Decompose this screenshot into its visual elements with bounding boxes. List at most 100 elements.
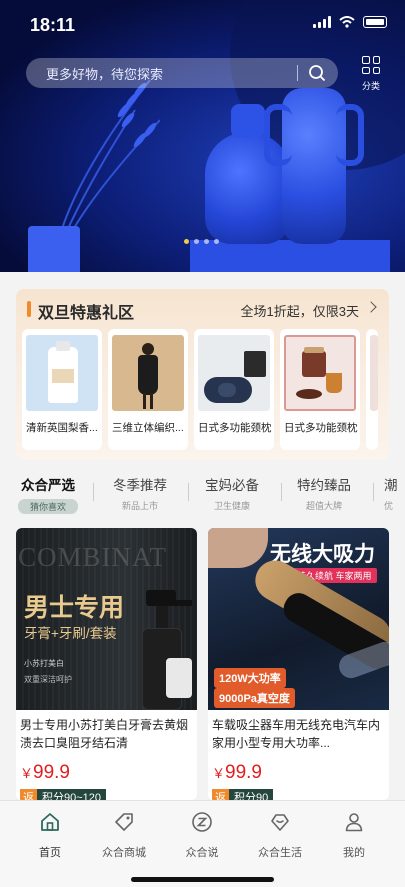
- reward-tag: 返 积分90~120: [20, 789, 197, 800]
- promo-section: 双旦特惠礼区 全场1折起，仅限3天 清新英国梨香... 三维立体编织... 日式…: [16, 289, 389, 460]
- product-image: COMBINAT 男士专用 牙膏+牙刷/套装 小苏打美白 双重深洁呵护: [16, 528, 197, 710]
- image-note: 双重深洁呵护: [24, 675, 72, 684]
- nav-label: 首页: [39, 847, 61, 859]
- tab-divider: [188, 483, 189, 501]
- product-feed: COMBINAT 男士专用 牙膏+牙刷/套装 小苏打美白 双重深洁呵护 男士专用…: [16, 528, 389, 800]
- feed-product-card[interactable]: 无线大吸力 持久续航 车家两用 120W大功率 9000Pa真空度 车载吸尘器车…: [208, 528, 389, 800]
- battery-icon: [363, 16, 387, 28]
- return-badge: 返: [20, 789, 37, 800]
- section-accent-bar: [27, 301, 31, 317]
- product-price: ￥99.9: [208, 762, 389, 784]
- product-price: ￥99.9: [16, 762, 197, 784]
- price-currency: ￥: [20, 766, 34, 781]
- reward-tag: 返 积分90: [212, 789, 389, 800]
- banner-pagination[interactable]: [184, 239, 219, 244]
- product-image: [112, 335, 184, 411]
- category-button[interactable]: 分类: [357, 56, 385, 94]
- return-badge: 返: [212, 789, 229, 800]
- tab-special-products[interactable]: 特约臻品 超值大牌: [292, 474, 356, 512]
- image-headline: 男士专用: [24, 595, 125, 622]
- tab-subtitle: 新品上市: [121, 501, 158, 511]
- promo-product-card-partial[interactable]: [366, 329, 378, 450]
- tab-divider: [373, 483, 374, 501]
- product-image: [198, 335, 270, 411]
- cellular-signal-icon: [313, 16, 331, 28]
- tab-title: 冬季推荐: [113, 478, 167, 493]
- nav-label: 众合生活: [258, 847, 302, 859]
- home-indicator[interactable]: [131, 877, 274, 882]
- nav-item-mall[interactable]: 众合商城: [89, 811, 159, 860]
- vase-small-image: [28, 226, 80, 272]
- product-description: 男士专用小苏打美白牙膏去黄烟渍去口臭阻牙结石清: [20, 718, 189, 750]
- image-note: 小苏打美白: [24, 659, 64, 668]
- product-name: 日式多功能颈枕: [284, 422, 358, 434]
- tab-title: 宝妈必备: [205, 478, 259, 493]
- nav-label: 众合说: [185, 847, 219, 859]
- image-spec: 9000Pa真空度: [214, 688, 295, 708]
- promo-product-list: 清新英国梨香... 三维立体编织... 日式多功能颈枕 日式多功能颈枕: [22, 329, 389, 453]
- image-subline: 牙膏+牙刷/套装: [24, 626, 117, 641]
- tab-subtitle: 卫生健康: [213, 501, 250, 511]
- image-spec: 120W大功率: [214, 668, 286, 688]
- z-circle-icon: [192, 812, 212, 832]
- pagination-dot[interactable]: [194, 239, 199, 244]
- points-badge: 积分90~120: [37, 789, 107, 800]
- tab-mom-essentials[interactable]: 宝妈必备 卫生健康: [200, 474, 264, 512]
- price-value: 99.9: [225, 762, 262, 783]
- nav-item-talk[interactable]: 众合说: [167, 811, 237, 860]
- grid-icon: [362, 56, 380, 74]
- tab-winter-picks[interactable]: 冬季推荐 新品上市: [108, 474, 172, 512]
- search-icon[interactable]: [308, 64, 326, 82]
- pagination-dot[interactable]: [184, 239, 189, 244]
- price-value: 99.9: [33, 762, 70, 783]
- search-divider: [297, 65, 298, 81]
- nav-item-life[interactable]: 众合生活: [245, 811, 315, 860]
- search-bar[interactable]: 更多好物，待您探索: [26, 58, 338, 88]
- tab-divider: [281, 483, 282, 501]
- promo-product-card[interactable]: 日式多功能颈枕: [280, 329, 360, 450]
- promo-product-card[interactable]: 日式多功能颈枕: [194, 329, 274, 450]
- price-currency: ￥: [212, 766, 226, 781]
- feed-tabs: 众合严选 猜你喜欢 冬季推荐 新品上市 宝妈必备 卫生健康 特约臻品 超值大牌 …: [0, 474, 405, 514]
- tab-title: 众合严选: [21, 478, 75, 493]
- promo-title: 双旦特惠礼区: [38, 305, 135, 322]
- tab-trend-partial[interactable]: 潮 优: [384, 474, 405, 512]
- chevron-right-icon[interactable]: [365, 301, 377, 313]
- product-name: 日式多功能颈枕: [198, 422, 272, 434]
- nav-item-home[interactable]: 首页: [15, 811, 85, 860]
- image-bg-word: COMBINAT: [18, 542, 168, 572]
- product-image: [26, 335, 98, 411]
- points-badge: 积分90: [229, 789, 274, 800]
- product-image: [284, 335, 356, 411]
- status-time: 18:11: [30, 15, 76, 35]
- pagination-dot[interactable]: [214, 239, 219, 244]
- category-label: 分类: [361, 81, 380, 91]
- feed-product-card[interactable]: COMBINAT 男士专用 牙膏+牙刷/套装 小苏打美白 双重深洁呵护 男士专用…: [16, 528, 197, 800]
- tag-icon: [115, 813, 133, 831]
- wifi-icon: [339, 16, 355, 28]
- tab-subtitle-badge: 猜你喜欢: [18, 499, 78, 514]
- product-name: 三维立体编织...: [112, 422, 184, 434]
- bottom-nav: 首页 众合商城 众合说 众合生活 我的: [0, 800, 405, 887]
- user-icon: [345, 813, 363, 832]
- tab-subtitle: 优: [384, 501, 394, 511]
- promo-subtitle[interactable]: 全场1折起，仅限3天: [241, 301, 359, 320]
- pagination-dot[interactable]: [204, 239, 209, 244]
- vase-tall-image: [264, 88, 364, 244]
- home-icon: [41, 813, 59, 831]
- promo-product-card[interactable]: 三维立体编织...: [108, 329, 188, 450]
- tab-divider: [93, 483, 94, 501]
- search-placeholder[interactable]: 更多好物，待您探索: [46, 64, 297, 83]
- status-bar: 18:11: [0, 0, 405, 48]
- product-image: 无线大吸力 持久续航 车家两用 120W大功率 9000Pa真空度: [208, 528, 389, 710]
- tab-zhonghe-selection[interactable]: 众合严选 猜你喜欢: [18, 474, 78, 514]
- promo-product-card[interactable]: 清新英国梨香...: [22, 329, 102, 450]
- pedestal-image: [190, 240, 390, 272]
- tab-title: 特约臻品: [297, 478, 351, 493]
- product-name: 清新英国梨香...: [26, 422, 98, 434]
- nav-label: 我的: [343, 847, 365, 859]
- nav-item-profile[interactable]: 我的: [319, 811, 389, 860]
- nav-label: 众合商城: [102, 847, 146, 859]
- heart-diamond-icon: [271, 814, 289, 831]
- product-description: 车载吸尘器车用无线充电汽车内家用小型专用大功率...: [212, 718, 381, 750]
